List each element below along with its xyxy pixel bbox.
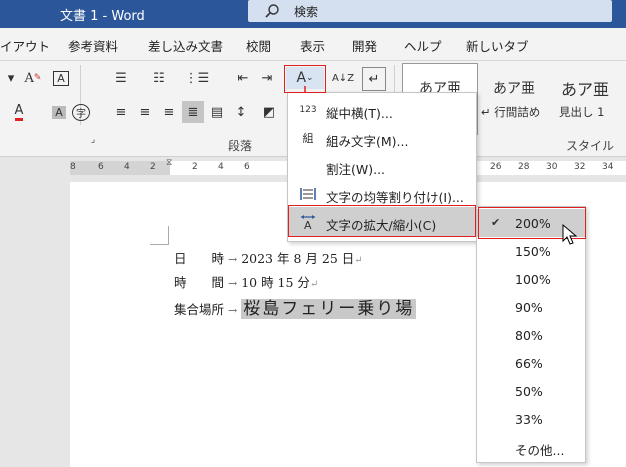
scale-label: 200%: [515, 216, 551, 231]
menu-item-kumimoji[interactable]: 組 組み文字(M)...: [288, 123, 476, 153]
scale-label: 33%: [515, 412, 543, 427]
scale-label: その他...: [515, 443, 565, 458]
kumimoji-icon: 組: [302, 132, 314, 145]
scale-label: 50%: [515, 384, 543, 399]
scale-item-other[interactable]: その他...: [477, 433, 585, 461]
menu-item-label: 縦中横(T)...: [326, 106, 393, 121]
scale-label: 80%: [515, 328, 543, 343]
scale-item-90[interactable]: 90%: [477, 293, 585, 321]
scale-item-80[interactable]: 80%: [477, 321, 585, 349]
tatechuyoko-icon: 123: [299, 105, 317, 115]
distribute-icon: [298, 185, 318, 203]
scale-label: 100%: [515, 272, 551, 287]
scale-label: 66%: [515, 356, 543, 371]
menu-item-distribute[interactable]: 文字の均等割り付け(I)...: [288, 179, 476, 209]
menu-item-label: 文字の均等割り付け(I)...: [326, 190, 464, 205]
menu-item-label: 文字の拡大/縮小(C): [326, 218, 437, 233]
menu-item-tatechuyoko[interactable]: 123 縦中横(T)...: [288, 95, 476, 125]
scale-item-33[interactable]: 33%: [477, 405, 585, 433]
menu-item-label: 組み文字(M)...: [326, 134, 409, 149]
menu-item-scale[interactable]: A 文字の拡大/縮小(C): [288, 207, 476, 237]
menu-item-warichu[interactable]: 割注(W)...: [288, 151, 476, 181]
menu-item-label: 割注(W)...: [326, 162, 386, 177]
scale-item-66[interactable]: 66%: [477, 349, 585, 377]
scale-icon: A: [298, 213, 318, 231]
scale-item-50[interactable]: 50%: [477, 377, 585, 405]
asian-layout-menu: 123 縦中横(T)... 組 組み文字(M)... 割注(W)... 文字の均…: [287, 92, 477, 242]
scale-label: 90%: [515, 300, 543, 315]
check-icon: ✔: [491, 216, 501, 229]
svg-text:A: A: [304, 219, 312, 230]
mouse-cursor-icon: [562, 224, 578, 245]
scale-item-100[interactable]: 100%: [477, 265, 585, 293]
scale-label: 150%: [515, 244, 551, 259]
